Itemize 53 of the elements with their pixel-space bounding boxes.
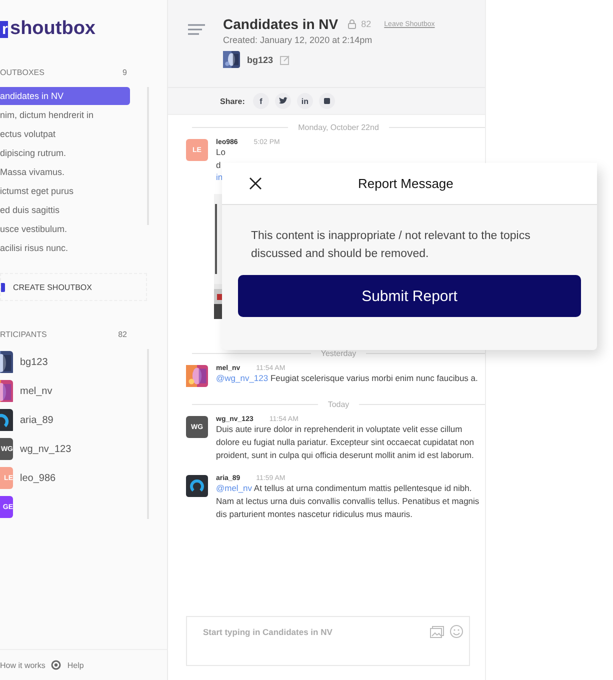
shoutbox-item[interactable]: ed duis sagittis	[0, 201, 130, 219]
smiley-icon[interactable]	[450, 625, 463, 638]
message-text: Lo	[216, 146, 226, 159]
shoutbox-item[interactable]: Massa vivamus.	[0, 163, 130, 181]
message-text: @mel_nv At tellus at urna condimentum mattis pellentesque id nibh. Nam at lectus urna duis convallis convallis tellus. Penatibus et magnis dis parturient montes nascetur ridiculus mus mauris.	[216, 482, 480, 521]
submit-report-button[interactable]: Submit Report	[238, 275, 581, 317]
date-divider: Monday, October 22nd	[298, 123, 379, 132]
date-divider: Yesterday	[320, 349, 356, 358]
shoutbox-item[interactable]: dipiscing rutrum.	[0, 144, 130, 162]
shoutbox-item[interactable]: andidates in NV	[0, 87, 130, 105]
mention-link[interactable]: @wg_nv_123	[216, 373, 268, 383]
participant-name[interactable]: leo_986	[20, 472, 56, 484]
shoutbox-item[interactable]: ectus volutpat	[0, 125, 130, 143]
close-icon[interactable]	[249, 177, 262, 190]
image-icon[interactable]	[430, 626, 444, 638]
participant-name[interactable]: aria_89	[20, 414, 54, 426]
shoutbox-item[interactable]: nim, dictum hendrerit in	[0, 106, 130, 124]
bird-icon[interactable]	[274, 93, 291, 109]
shoutbox-item[interactable]: acilisi risus nunc.	[0, 239, 130, 257]
section-count: 9	[122, 68, 127, 77]
edit-icon[interactable]	[280, 54, 290, 64]
logo-name: shoutbox	[10, 18, 96, 40]
shoutbox-item[interactable]: usce vestibulum.	[0, 220, 130, 238]
participant-name[interactable]: mel_nv	[20, 386, 52, 396]
dialog-text: This content is inappropriate / not relevant to the topics discussed and should be removed.	[251, 229, 532, 262]
section-count: 82	[118, 330, 127, 339]
logo-mark: r	[0, 20, 8, 38]
member-count: 82	[361, 19, 372, 29]
share-button[interactable]: in	[296, 93, 313, 109]
date-divider: Today	[328, 400, 350, 409]
participant-name[interactable]: wg_nv_123	[20, 444, 72, 454]
message-text: @wg_nv_123 Feugiat scelerisque varius morbi enim nunc faucibus a.	[216, 372, 479, 385]
create-shoutbox-button[interactable]: CREATE SHOUTBOX	[0, 273, 147, 301]
ring-logo-icon	[186, 475, 208, 497]
created-date: Created: January 12, 2020 at 2:14pm	[223, 35, 374, 45]
participant-name[interactable]: bg123	[20, 356, 48, 368]
help-icon	[51, 660, 62, 670]
shoutbox-item[interactable]: ictumst eget purus	[0, 182, 130, 200]
mention-link[interactable]: @mel_nv	[216, 483, 252, 493]
how-it-works-link[interactable]: How it works	[0, 660, 46, 670]
share-label: Share:	[220, 96, 245, 106]
shoutbox-title: Candidates in NV	[223, 16, 338, 32]
help-link[interactable]: Help	[67, 660, 84, 670]
message-input[interactable]: Start typing in Candidates in NV	[186, 616, 470, 666]
section-title: OUTBOXES	[0, 68, 44, 77]
dialog-title: Report Message	[358, 176, 454, 191]
menu-icon[interactable]	[188, 24, 205, 35]
message-text: Duis aute irure dolor in reprehenderit in voluptate velit esse cillum dolore eu fugiat nulla pariatur. Excepteur sint occaecat cupidatat non proident, sunt in culpa qui officia deserunt mollit anim id est laborum.	[216, 423, 476, 462]
section-title: RTICIPANTS	[0, 330, 47, 339]
message-text: d	[216, 159, 222, 172]
lock-icon	[348, 19, 356, 29]
share-button[interactable]: f	[252, 93, 269, 109]
owner-name: bg123	[247, 54, 274, 64]
